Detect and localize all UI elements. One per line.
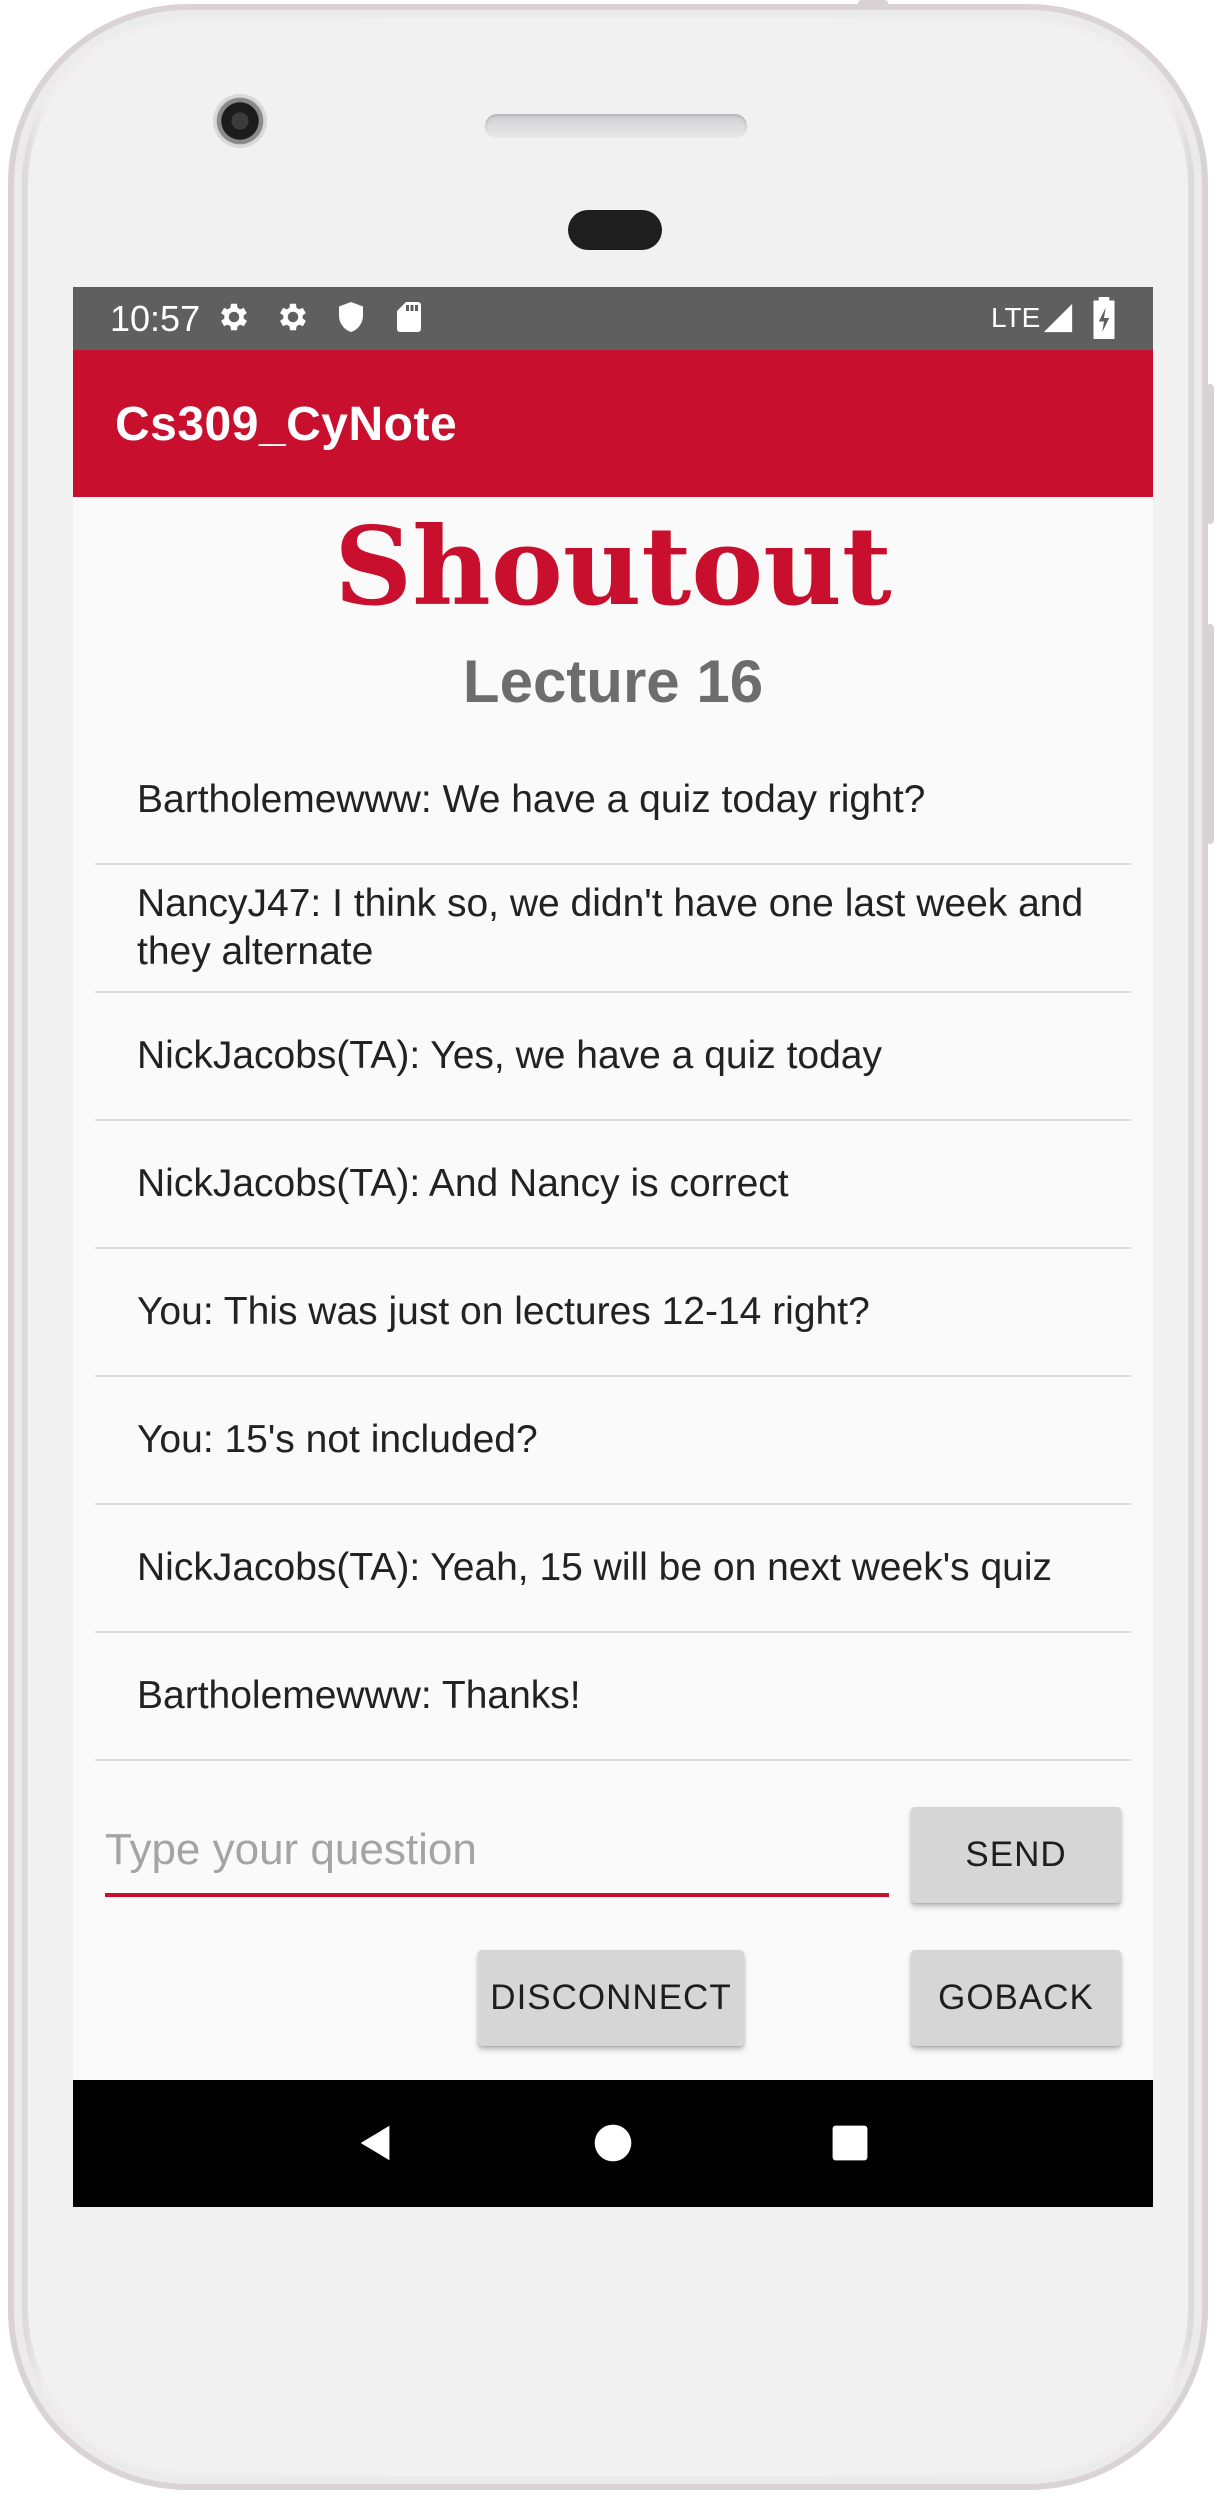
message-item[interactable]: NickJacobs(TA): And Nancy is correct xyxy=(95,1121,1131,1249)
earpiece-speaker xyxy=(485,114,747,138)
goback-button[interactable]: GOBACK xyxy=(911,1950,1121,2046)
status-time: 10:57 xyxy=(110,298,201,339)
navigation-bar xyxy=(73,2080,1153,2207)
battery-charging-icon xyxy=(1093,297,1115,339)
network-type-label: LTE xyxy=(991,302,1041,333)
disconnect-button[interactable]: DISCONNECT xyxy=(478,1950,744,2046)
page-title: Shoutout xyxy=(334,504,892,630)
message-text: NickJacobs(TA): Yeah, 15 will be on next… xyxy=(137,1546,1053,1589)
message-text: Bartholemewww: We have a quiz today righ… xyxy=(137,778,926,821)
message-item[interactable]: NickJacobs(TA): Yes, we have a quiz toda… xyxy=(95,993,1131,1121)
proximity-sensor xyxy=(568,210,662,250)
message-item[interactable]: You: This was just on lectures 12-14 rig… xyxy=(95,1249,1131,1377)
message-text: NickJacobs(TA): And Nancy is correct xyxy=(137,1162,789,1205)
message-text: You: This was just on lectures 12-14 rig… xyxy=(137,1290,870,1333)
message-item[interactable]: You: 15's not included? xyxy=(95,1377,1131,1505)
message-item[interactable]: NickJacobs(TA): Yeah, 15 will be on next… xyxy=(95,1505,1131,1633)
app-bar: Cs309_CyNote xyxy=(73,350,1153,497)
phone-frame: 10:57 LTE Cs309_CyNote Shoutout Lecture … xyxy=(8,0,1214,2490)
phone-volume-button xyxy=(1206,624,1214,844)
recents-icon[interactable] xyxy=(810,2103,890,2183)
phone-power-button xyxy=(1206,384,1214,524)
message-item[interactable]: Bartholemewww: We have a quiz today righ… xyxy=(95,737,1131,865)
message-text: Bartholemewww: Thanks! xyxy=(137,1674,581,1717)
shield-icon xyxy=(339,302,363,332)
message-item[interactable]: Bartholemewww: Thanks! xyxy=(95,1633,1131,1761)
message-item[interactable]: NancyJ47: I think so, we didn't have one… xyxy=(95,865,1131,993)
send-button[interactable]: SEND xyxy=(911,1807,1121,1903)
gear-icon xyxy=(280,303,306,331)
signal-icon xyxy=(1043,303,1073,333)
gear-icon xyxy=(221,303,247,331)
question-input[interactable] xyxy=(105,1807,889,1897)
question-input-container xyxy=(105,1807,889,1899)
message-list: Bartholemewww: We have a quiz today righ… xyxy=(95,737,1131,1761)
back-icon[interactable] xyxy=(336,2103,416,2183)
home-icon[interactable] xyxy=(573,2103,653,2183)
front-camera xyxy=(213,94,267,148)
phone-top-button xyxy=(858,0,888,8)
message-text: NickJacobs(TA): Yes, we have a quiz toda… xyxy=(137,1034,882,1077)
screen: 10:57 LTE Cs309_CyNote Shoutout Lecture … xyxy=(73,287,1153,2207)
message-text: NancyJ47: I think so, we didn't have one… xyxy=(137,882,1084,973)
message-text: You: 15's not included? xyxy=(137,1418,538,1461)
status-bar: 10:57 LTE xyxy=(73,287,1153,350)
sd-card-icon xyxy=(397,302,421,332)
page-subtitle: Lecture 16 xyxy=(462,648,764,715)
app-title: Cs309_CyNote xyxy=(115,398,458,451)
